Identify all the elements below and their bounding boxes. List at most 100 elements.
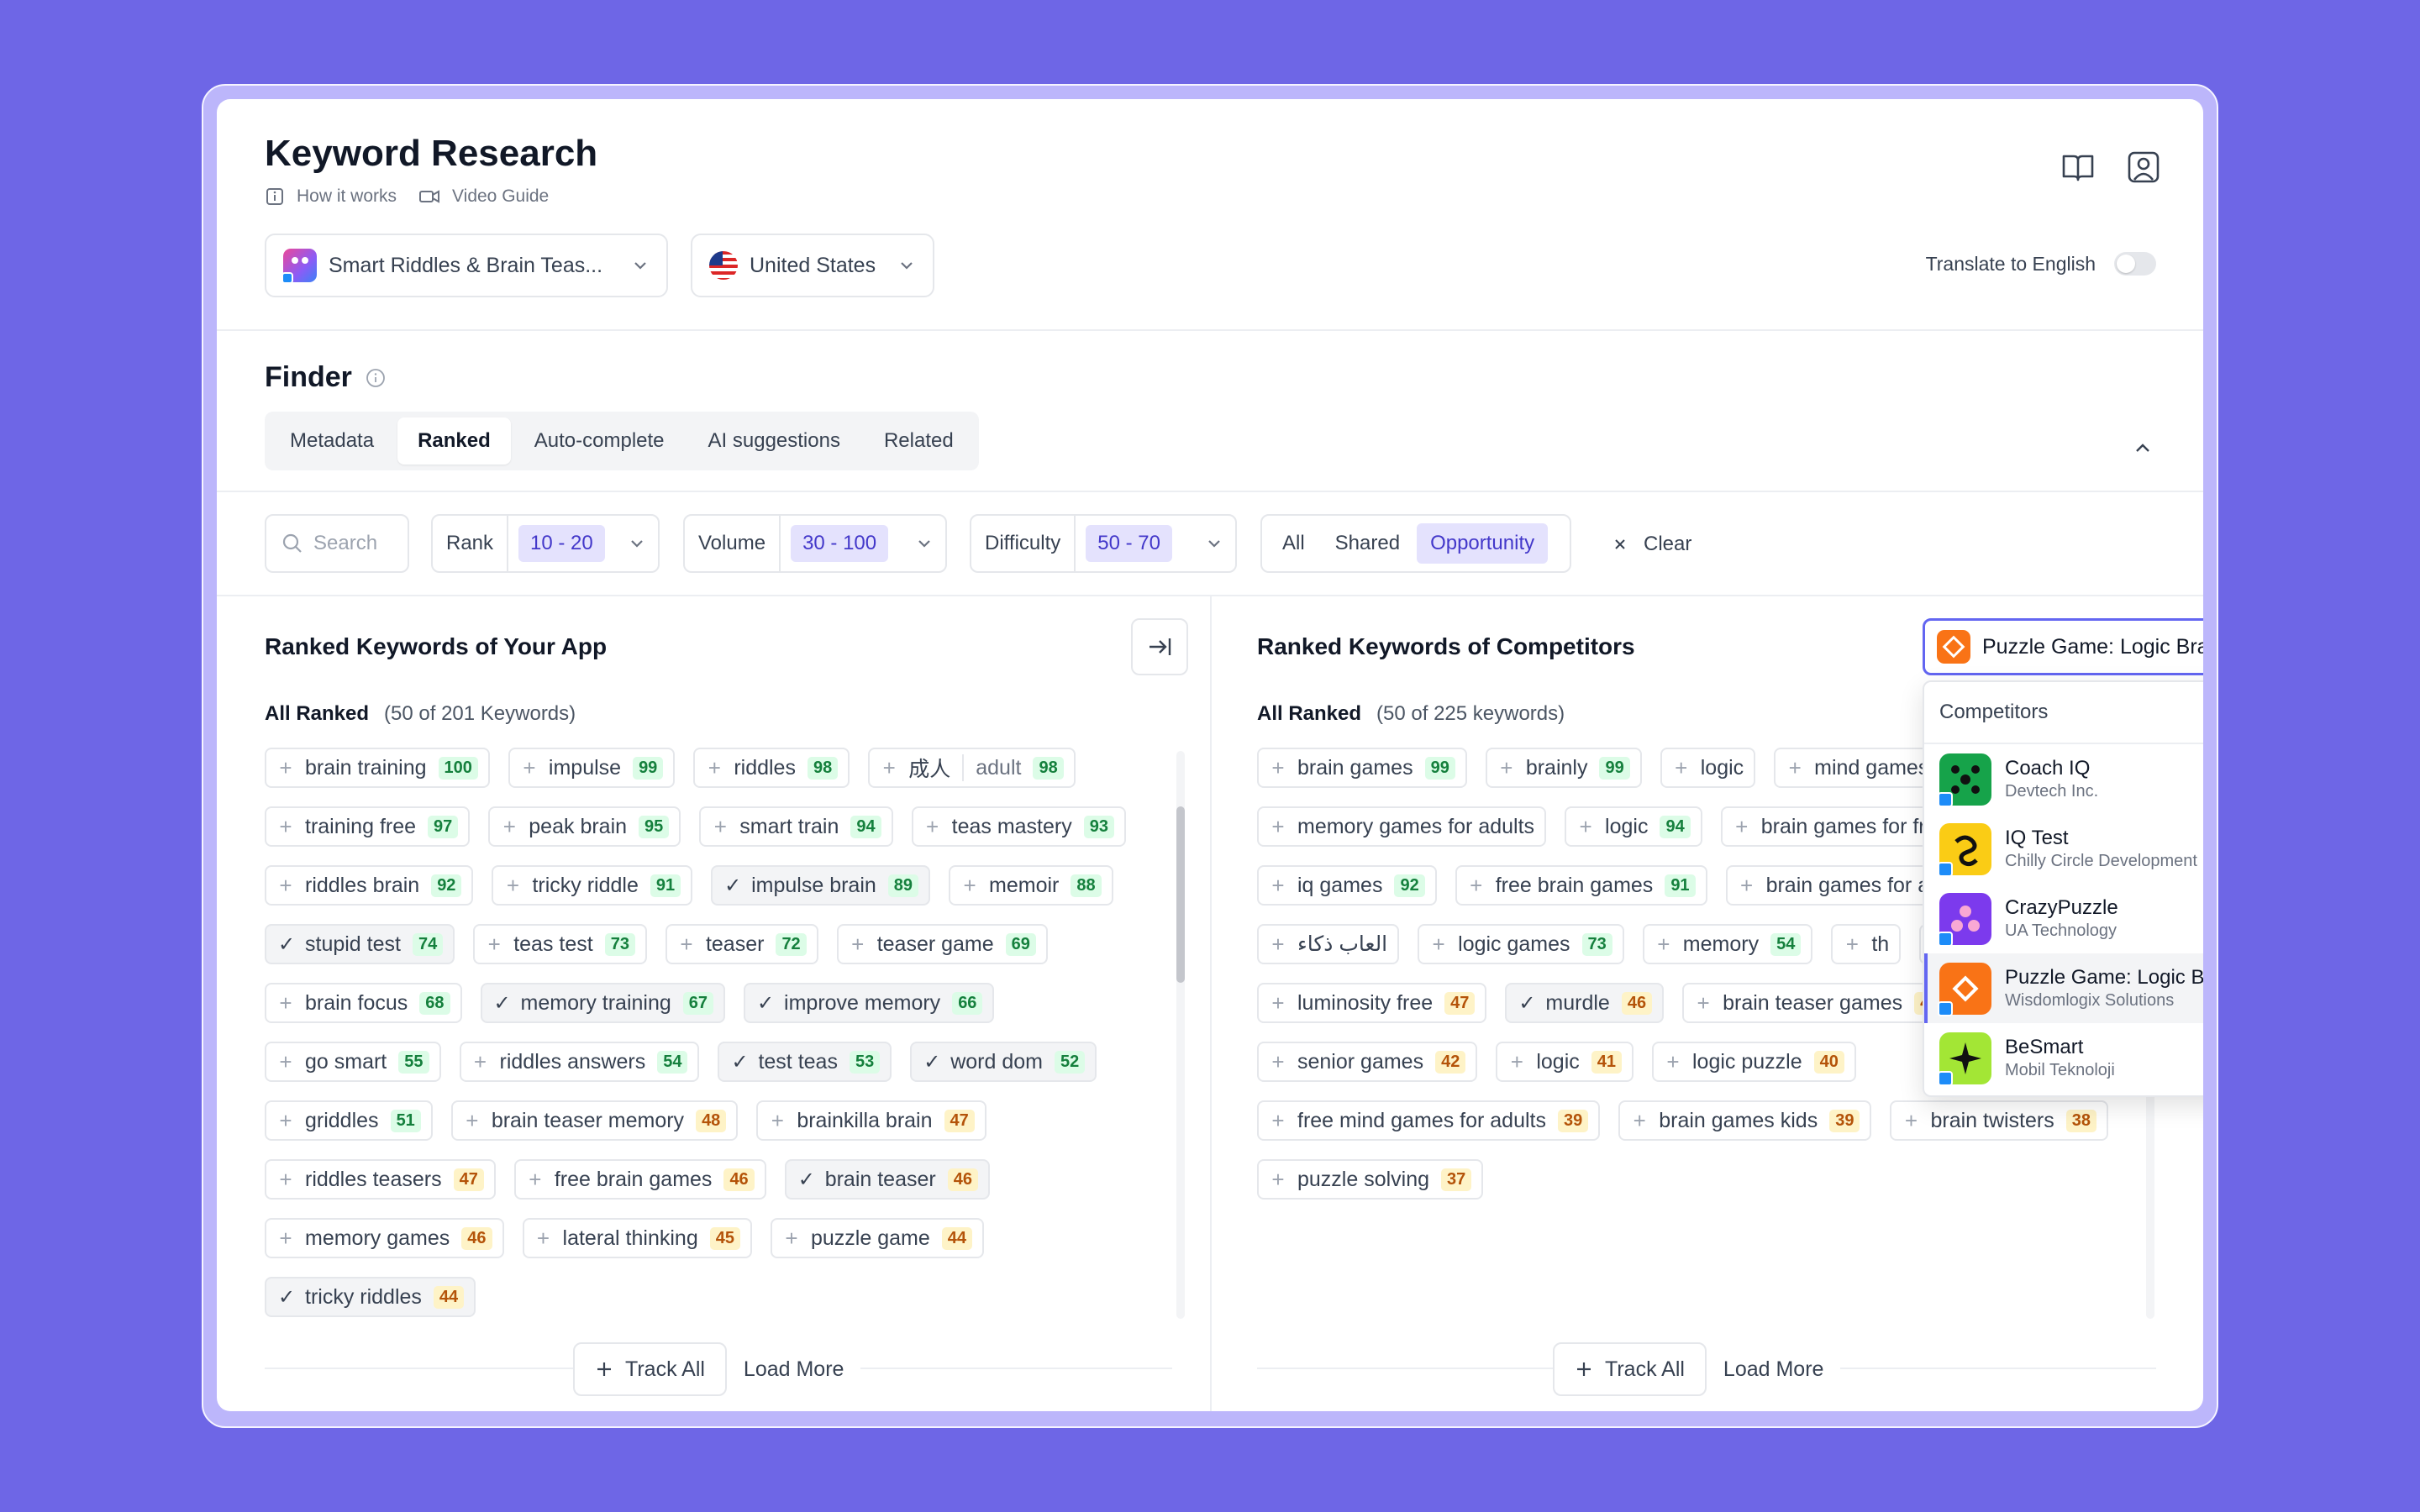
keyword-chip[interactable]: + riddles answers 54 [459,1042,700,1082]
header-links: How it works Video Guide [265,186,549,207]
keyword-chip[interactable]: + memoir 88 [949,865,1113,906]
clear-button[interactable]: Clear [1612,533,1691,556]
keyword-chip[interactable]: + riddles teasers 47 [265,1159,496,1200]
user-profile-icon[interactable] [2126,150,2161,185]
keyword-chip[interactable]: ✓ brain teaser 46 [784,1159,990,1200]
keyword-chip[interactable]: + brain games 99 [1257,748,1467,788]
keyword-chip[interactable]: + puzzle game 44 [770,1218,984,1258]
keyword-text: brainly [1525,755,1588,780]
keyword-chip[interactable]: + العاب ذكاء [1257,924,1400,964]
keyword-chip[interactable]: + logic 94 [1565,806,1702,847]
keyword-chip[interactable]: ✓ tricky riddles 44 [265,1277,476,1317]
competitor-item-iq-test[interactable]: IQ Test Chilly Circle Development [1924,814,2203,884]
competitor-item-puzzle-game-logic-brain[interactable]: Puzzle Game: Logic Brain Wisdomlogix Solu… [1924,953,2203,1023]
keyword-chip[interactable]: + free brain games 46 [513,1159,766,1200]
volume-filter[interactable]: Volume 30 - 100 [683,514,947,573]
track-all-button[interactable]: Track All [573,1342,727,1396]
collapse-panel-button[interactable] [1131,618,1188,675]
video-guide-link[interactable]: Video Guide [418,186,549,207]
keyword-text: brain teaser memory [491,1108,685,1132]
keyword-chip[interactable]: + luminosity free 47 [1257,983,1487,1023]
keyword-chip[interactable]: ✓ impulse brain 89 [711,865,931,906]
app-selector[interactable]: Smart Riddles & Brain Teas... [265,234,668,297]
keyword-chip[interactable]: + logic games 73 [1418,924,1624,964]
keyword-chip[interactable]: + go smart 55 [265,1042,441,1082]
search-box[interactable]: Search [265,514,409,573]
keyword-chip[interactable]: + logic puzzle 40 [1652,1042,1856,1082]
keyword-chip[interactable]: + teaser game 69 [836,924,1048,964]
load-more-button[interactable]: Load More [1706,1357,1841,1382]
keyword-chip[interactable]: +brain teaser games44 [1682,983,1957,1023]
tab-ranked[interactable]: Ranked [397,417,511,465]
keyword-chip[interactable]: + brain focus 68 [265,983,462,1023]
keyword-chip[interactable]: + 成人 adult 98 [868,748,1076,788]
keyword-chip[interactable]: + riddles brain 92 [265,865,474,906]
keyword-chip[interactable]: + brain twisters 38 [1890,1100,2108,1141]
tab-metadata[interactable]: Metadata [270,417,394,465]
keyword-chip[interactable]: + memory games for adults [1257,806,1547,847]
load-more-button[interactable]: Load More [726,1357,861,1382]
book-icon[interactable] [2060,150,2096,185]
keyword-chip[interactable]: + puzzle solving 37 [1257,1159,1484,1200]
keyword-chip[interactable]: ✓ improve memory 66 [744,983,995,1023]
keyword-chip[interactable]: + memory 54 [1642,924,1813,964]
keyword-chip[interactable]: + logic [1660,748,1756,788]
competitor-item-besmart[interactable]: BeSmart Mobil Teknoloji [1924,1023,2203,1093]
keyword-chip[interactable]: + brain training 100 [265,748,490,788]
segment-shared[interactable]: Shared [1322,523,1413,564]
keyword-chip[interactable]: + lateral thinking 45 [522,1218,752,1258]
keyword-chip[interactable]: + teaser 72 [665,924,818,964]
keyword-chip[interactable]: + peak brain 95 [488,806,681,847]
chevron-up-icon[interactable] [2131,437,2154,460]
keyword-chip[interactable]: + th [1831,924,1902,964]
rank-filter[interactable]: Rank 10 - 20 [431,514,660,573]
difficulty-filter[interactable]: Difficulty 50 - 70 [970,514,1237,573]
keyword-chip[interactable]: + iq games 92 [1257,865,1437,906]
competitor-selector[interactable]: Puzzle Game: Logic Brain [1923,618,2203,675]
tab-ai-suggestions[interactable]: AI suggestions [688,417,860,465]
keyword-chip[interactable]: ✓ memory training 67 [480,983,726,1023]
keyword-chip[interactable]: ✓ stupid test 74 [265,924,455,964]
keyword-chip[interactable]: + riddles 98 [693,748,850,788]
competitor-item-crazypuzzle[interactable]: CrazyPuzzle UA Technology [1924,884,2203,953]
info-icon[interactable] [366,368,386,388]
segment-opportunity[interactable]: Opportunity [1417,523,1549,564]
keyword-chip[interactable]: + brain teaser memory 48 [450,1100,739,1141]
competitor-item-coach-iq[interactable]: Coach IQ Devtech Inc. [1924,744,2203,814]
plus-icon: + [1271,1166,1285,1192]
keyword-chip[interactable]: + logic 41 [1496,1042,1634,1082]
keyword-chip[interactable]: + tricky riddle 91 [492,865,693,906]
how-it-works-link[interactable]: How it works [265,186,397,207]
keyword-chip[interactable]: + teas test 73 [473,924,647,964]
keyword-chip[interactable]: + brainly 99 [1485,748,1642,788]
keyword-score-badge: 46 [461,1226,492,1250]
keyword-chip[interactable]: + impulse 99 [508,748,676,788]
country-selector[interactable]: United States [691,234,934,297]
tab-auto-complete[interactable]: Auto-complete [514,417,685,465]
search-input[interactable]: Search [313,532,377,555]
keyword-chip[interactable]: + brain games kids 39 [1618,1100,1872,1141]
translate-toggle[interactable] [2114,252,2156,276]
plus-icon: + [1633,1107,1646,1133]
keyword-text: memory games [305,1226,450,1250]
keyword-chip[interactable]: + free mind games for adults 39 [1257,1100,1601,1141]
keyword-chip[interactable]: + smart train 94 [699,806,893,847]
keyword-chip[interactable]: ✓ test teas 53 [718,1042,892,1082]
divider [962,754,965,781]
tab-related[interactable]: Related [864,417,974,465]
competitor-name: BeSmart [2005,1036,2084,1058]
keyword-chip[interactable]: + memory games 46 [265,1218,504,1258]
keyword-chip[interactable]: + teas mastery 93 [911,806,1126,847]
keyword-chip[interactable]: + brainkilla brain 47 [756,1100,986,1141]
keyword-chip[interactable]: + senior games 42 [1257,1042,1478,1082]
scrollbar[interactable] [1176,751,1185,1319]
keyword-chip[interactable]: ✓ murdle 46 [1505,983,1665,1023]
keyword-chip[interactable]: + free brain games 91 [1455,865,1707,906]
keyword-chip[interactable]: ✓ word dom 52 [910,1042,1097,1082]
check-icon: ✓ [493,991,511,1015]
track-all-button[interactable]: Track All [1553,1342,1707,1396]
keyword-chip[interactable]: + training free 97 [265,806,471,847]
keyword-chip[interactable]: + griddles 51 [265,1100,433,1141]
scrollbar-thumb[interactable] [1176,806,1185,983]
segment-all[interactable]: All [1269,523,1318,564]
